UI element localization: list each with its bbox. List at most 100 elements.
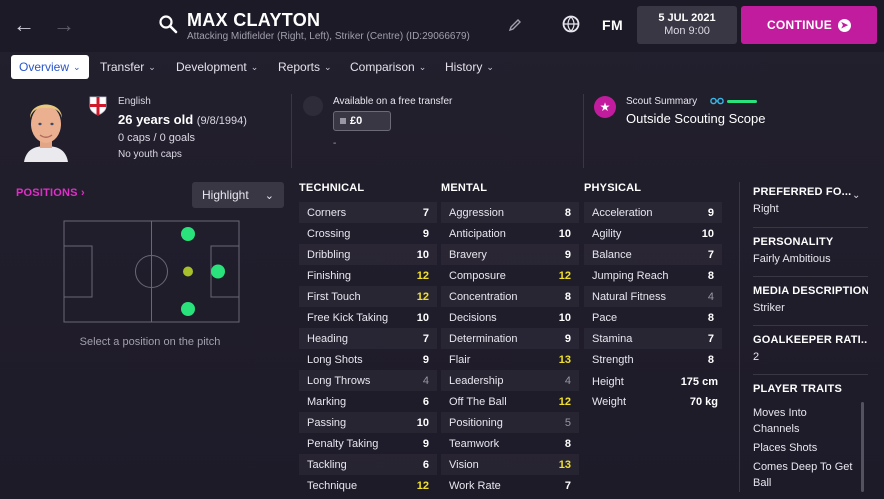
attribute-row[interactable]: Positioning 5	[441, 412, 579, 433]
tab-reports[interactable]: Reports ⌄	[270, 55, 340, 79]
attribute-row[interactable]: Crossing 9	[299, 223, 437, 244]
traits-scrollbar[interactable]	[861, 402, 864, 492]
goalkeeper-rating-value: 2	[753, 351, 760, 363]
player-avatar[interactable]	[20, 94, 72, 162]
attribute-row[interactable]: Long Throws 4	[299, 370, 437, 391]
fm-logo[interactable]: FM	[602, 17, 623, 33]
trait-item[interactable]: Places Shots	[753, 440, 853, 456]
club-globe-icon[interactable]	[561, 14, 581, 34]
attribute-row[interactable]: Jumping Reach 8	[584, 265, 722, 286]
highlight-label: Highlight	[202, 188, 249, 202]
attribute-value: 7	[422, 332, 429, 345]
attribute-value: 9	[422, 227, 429, 240]
attribute-name: Teamwork	[449, 437, 500, 450]
attribute-row[interactable]: Free Kick Taking 10	[299, 307, 437, 328]
chevron-down-icon: ⌄	[250, 61, 259, 72]
attribute-name: Bravery	[449, 248, 487, 261]
transfer-value-field[interactable]: £0	[333, 111, 391, 131]
position-dot-stc[interactable]	[211, 264, 225, 279]
chevron-down-icon: ⌄	[418, 61, 427, 72]
attribute-value: 9	[564, 248, 571, 261]
attribute-row[interactable]: Composure 12	[441, 265, 579, 286]
scout-star-icon: ★	[594, 96, 616, 118]
attribute-row[interactable]: Determination 9	[441, 328, 579, 349]
attribute-row[interactable]: Dribbling 10	[299, 244, 437, 265]
tab-history[interactable]: History ⌄	[437, 55, 502, 79]
trait-item[interactable]: Comes Deep To Get Ball	[753, 459, 853, 491]
attribute-row[interactable]: Off The Ball 12	[441, 391, 579, 412]
attribute-row[interactable]: Pace 8	[584, 307, 722, 328]
tab-label: History	[445, 60, 483, 74]
continue-button[interactable]: CONTINUE ➤	[741, 6, 877, 44]
forward-arrow-icon[interactable]: →	[52, 13, 76, 37]
tab-overview[interactable]: Overview ⌄	[11, 55, 89, 79]
attribute-row[interactable]: Bravery 9	[441, 244, 579, 265]
position-dot-amc[interactable]	[183, 266, 193, 277]
attribute-row[interactable]: Technique 12	[299, 475, 437, 496]
price-tag-icon	[340, 118, 346, 124]
attribute-row[interactable]: Decisions 10	[441, 307, 579, 328]
attribute-row[interactable]: Passing 10	[299, 412, 437, 433]
date-time: Mon 9:00	[664, 25, 710, 37]
attribute-row[interactable]: Finishing 12	[299, 265, 437, 286]
attribute-value: 7	[564, 479, 571, 492]
england-flag-icon[interactable]	[89, 96, 107, 116]
attribute-name: Heading	[307, 332, 348, 345]
tab-transfer[interactable]: Transfer ⌄	[92, 55, 164, 79]
attribute-row[interactable]: Flair 13	[441, 349, 579, 370]
attribute-name: Tackling	[307, 458, 347, 471]
transfer-status-icon	[303, 96, 323, 116]
attribute-value: 8	[707, 269, 714, 282]
attribute-value: 8	[564, 437, 571, 450]
attribute-name: Corners	[307, 206, 347, 219]
attribute-row[interactable]: Work Rate 7	[441, 475, 579, 496]
divider	[753, 227, 868, 228]
attribute-value: 8	[707, 311, 714, 324]
attribute-row[interactable]: Strength 8	[584, 349, 722, 370]
attribute-row[interactable]: Long Shots 9	[299, 349, 437, 370]
attribute-row[interactable]: Balance 7	[584, 244, 722, 265]
player-positions-id: Attacking Midfielder (Right, Left), Stri…	[187, 31, 470, 42]
attribute-name: Long Shots	[307, 353, 363, 366]
attribute-row[interactable]: Tackling 6	[299, 454, 437, 475]
attribute-row[interactable]: Vision 13	[441, 454, 579, 475]
attribute-row[interactable]: Marking 6	[299, 391, 437, 412]
tab-development[interactable]: Development ⌄	[168, 55, 266, 79]
attribute-row[interactable]: First Touch 12	[299, 286, 437, 307]
edit-pencil-icon[interactable]	[508, 18, 522, 32]
chevron-down-icon: ⌄	[148, 61, 156, 72]
attribute-row[interactable]: Teamwork 8	[441, 433, 579, 454]
position-dot-amr[interactable]	[181, 302, 195, 316]
pitch-diagram[interactable]	[63, 220, 240, 323]
attribute-row[interactable]: Acceleration 9	[584, 202, 722, 223]
attribute-value: 6	[422, 395, 429, 408]
positions-title[interactable]: POSITIONS ›	[16, 187, 85, 199]
tab-comparison[interactable]: Comparison ⌄	[342, 55, 434, 79]
search-icon[interactable]	[158, 14, 178, 34]
back-arrow-icon[interactable]: ←	[12, 13, 36, 37]
attribute-value: 10	[416, 416, 429, 429]
technical-title: TECHNICAL	[299, 182, 365, 194]
attribute-row[interactable]: Natural Fitness 4	[584, 286, 722, 307]
preferred-foot-value: Right	[753, 203, 779, 215]
attribute-row[interactable]: Corners 7	[299, 202, 437, 223]
attribute-name: Flair	[449, 353, 471, 366]
highlight-dropdown[interactable]: Highlight ⌄	[192, 182, 284, 208]
trait-item[interactable]: Moves Into Channels	[753, 405, 853, 437]
attribute-row[interactable]: Heading 7	[299, 328, 437, 349]
attribute-row[interactable]: Agility 10	[584, 223, 722, 244]
scout-summary-value: Outside Scouting Scope	[626, 111, 766, 126]
attribute-value: 12	[416, 479, 429, 492]
height-label: Height	[592, 376, 624, 388]
attribute-row[interactable]: Penalty Taking 9	[299, 433, 437, 454]
position-dot-aml[interactable]	[181, 227, 195, 241]
divider	[291, 94, 292, 168]
attribute-row[interactable]: Leadership 4	[441, 370, 579, 391]
attribute-row[interactable]: Anticipation 10	[441, 223, 579, 244]
date-display[interactable]: 5 JUL 2021 Mon 9:00	[637, 6, 737, 44]
attribute-row[interactable]: Stamina 7	[584, 328, 722, 349]
chevron-down-icon[interactable]: ⌄	[852, 190, 860, 201]
attribute-row[interactable]: Aggression 8	[441, 202, 579, 223]
tab-label: Development	[176, 60, 247, 74]
attribute-row[interactable]: Concentration 8	[441, 286, 579, 307]
